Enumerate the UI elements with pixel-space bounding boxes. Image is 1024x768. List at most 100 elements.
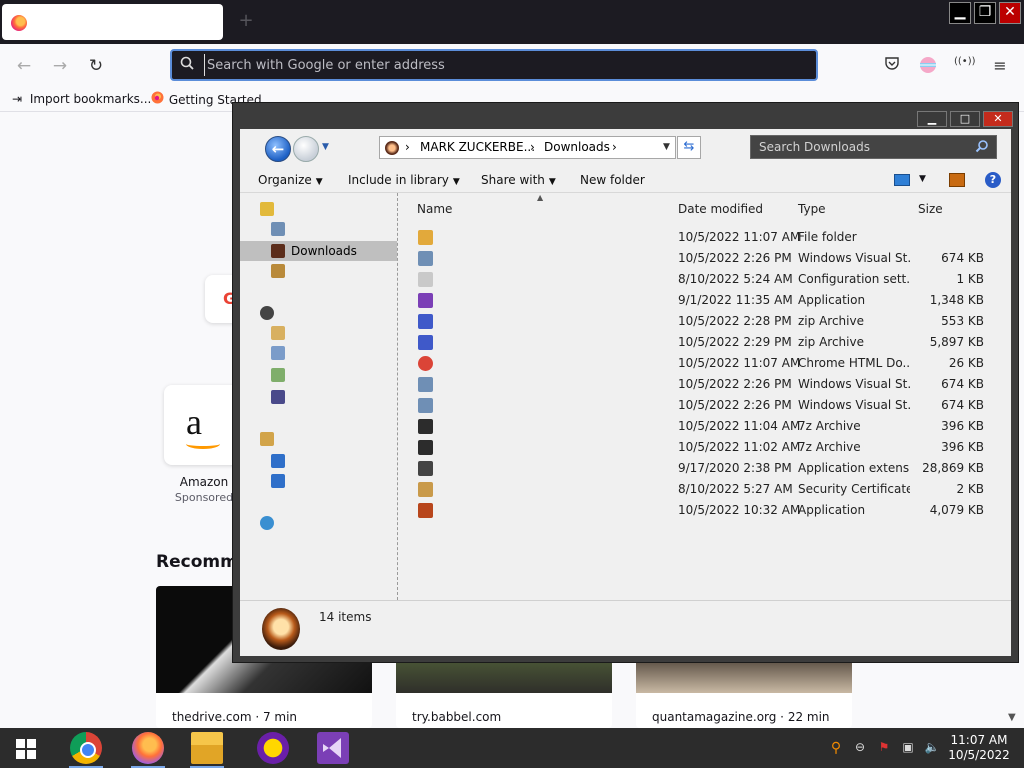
include-in-library-button[interactable]: Include in library ▼: [348, 173, 460, 187]
file-date-modified: 8/10/2022 5:24 AM: [678, 272, 793, 286]
file-row[interactable]: rehash_setup.exe 10/5/2022 10:32 AM Applic…: [400, 500, 1011, 521]
explorer-close-button[interactable]: ✕: [983, 111, 1013, 127]
breadcrumb-user[interactable]: MARK ZUCKERBE...: [420, 140, 535, 154]
nav-item-videos[interactable]: Videos: [240, 387, 397, 407]
window-close-button[interactable]: ✕: [999, 2, 1021, 24]
file-name: Odyssey_installer_release.zip: [440, 335, 617, 349]
clock[interactable]: 11:07 AM 10/5/2022: [944, 733, 1014, 763]
refresh-icon[interactable]: ⇆: [677, 136, 701, 159]
url-input[interactable]: [204, 54, 804, 76]
scroll-down-icon[interactable]: ▼: [1008, 712, 1016, 723]
volume-icon[interactable]: 🔈: [924, 740, 940, 756]
address-bar[interactable]: › MARK ZUCKERBE... › Downloads › ▼: [379, 136, 676, 159]
file-row[interactable]: Odyssey_installer_release.zip 10/5/2022 2…: [400, 332, 1011, 353]
chrome-icon[interactable]: [70, 732, 102, 764]
firefox-icon[interactable]: [132, 732, 164, 764]
file-type: zip Archive: [798, 314, 864, 328]
chevron-right-icon[interactable]: ›: [405, 140, 410, 154]
file-row[interactable]: New_Tab_files 10/5/2022 11:07 AM File fold…: [400, 227, 1011, 248]
nav-item-favorites[interactable]: Favorites: [240, 199, 397, 219]
new-tab-button[interactable]: +: [236, 10, 256, 32]
file-explorer-icon[interactable]: [191, 732, 223, 764]
window-minimize-button[interactable]: ▁: [949, 2, 971, 24]
nav-item-computer[interactable]: Computer: [240, 429, 397, 449]
file-row[interactable]: ReleaseNotes_v2.7z 10/5/2022 11:04 AM 7z A…: [400, 416, 1011, 437]
nav-item-recent-places[interactable]: Recent Places: [240, 261, 397, 281]
nav-item-cd-drive-d[interactable]: CD Drive (D:): [240, 471, 397, 491]
search-icon[interactable]: ⚲: [828, 740, 844, 756]
preview-pane-icon[interactable]: [949, 173, 965, 187]
organize-button[interactable]: Organize ▼: [258, 173, 323, 187]
windows-start-icon[interactable]: [16, 739, 36, 759]
file-row[interactable]: cert.crt 8/10/2022 5:27 AM Security Certif…: [400, 479, 1011, 500]
file-row[interactable]: vc_redist.x64_setup.exe 10/5/2022 2:26 PM…: [400, 374, 1011, 395]
nav-item-documents[interactable]: Documents: [240, 323, 397, 343]
file-name: rehash_setup.exe: [440, 503, 546, 517]
share-with-button[interactable]: Share with ▼: [481, 173, 556, 187]
chevron-right-icon[interactable]: ›: [530, 140, 535, 154]
nav-item-label: Downloads: [291, 244, 357, 258]
tray-status-icon[interactable]: ⊖: [852, 740, 868, 756]
explorer-search-box[interactable]: [750, 135, 997, 159]
7z-icon: [418, 440, 433, 455]
extensions-icon[interactable]: ((•)): [954, 56, 976, 74]
nav-item-label: Recent Places: [291, 264, 375, 278]
documents-icon: [271, 326, 285, 340]
chevron-down-icon[interactable]: ▼: [663, 142, 670, 152]
nav-item-network[interactable]: Network: [240, 513, 397, 533]
column-header-size[interactable]: Size: [918, 202, 943, 216]
explorer-search-input[interactable]: [759, 139, 969, 155]
reload-icon[interactable]: ↻: [86, 56, 106, 76]
file-name: Odyssey_v1.zip: [440, 314, 533, 328]
computer-icon: [260, 432, 274, 446]
file-size: 2 KB: [956, 482, 984, 496]
visual-studio-icon[interactable]: [317, 732, 349, 764]
file-row[interactable]: Release_Notes.7z 10/5/2022 11:02 AM 7z Arc…: [400, 437, 1011, 458]
account-icon[interactable]: [918, 56, 938, 74]
chevron-down-icon: ▼: [315, 177, 323, 187]
column-header-type[interactable]: Type: [798, 202, 826, 216]
network-icon[interactable]: ▣: [900, 740, 916, 756]
chevron-down-icon[interactable]: ▼: [919, 174, 926, 184]
action-center-flag-icon[interactable]: ⚑: [876, 740, 892, 756]
bookmark-import[interactable]: ⇥ Import bookmarks...: [12, 91, 151, 109]
forward-icon[interactable]: [293, 136, 319, 162]
help-icon[interactable]: ?: [985, 172, 1001, 188]
explorer-maximize-button[interactable]: □: [950, 111, 980, 127]
chevron-right-icon[interactable]: ›: [612, 140, 617, 154]
column-header-date-modified[interactable]: Date modified: [678, 202, 763, 216]
explorer-window: ▁ □ ✕ ← ▼ › MARK ZUCKERBE... › Downloads…: [232, 102, 1019, 663]
forward-icon[interactable]: →: [50, 56, 70, 76]
chevron-down-icon[interactable]: ▼: [322, 142, 329, 152]
nav-item-downloads[interactable]: Downloads: [240, 241, 397, 261]
back-icon[interactable]: ←: [14, 56, 34, 76]
pocket-icon[interactable]: [882, 56, 902, 74]
file-type: Application: [798, 293, 866, 307]
new-folder-button[interactable]: New folder: [580, 173, 645, 187]
nav-item-pictures[interactable]: Pictures: [240, 365, 397, 385]
file-size: 1,348 KB: [929, 293, 984, 307]
nav-item-local-disk-c[interactable]: Local Disk (C:): [240, 451, 397, 471]
nav-item-desktop[interactable]: Desktop: [240, 219, 397, 239]
nav-item-libraries[interactable]: Libraries: [240, 303, 397, 323]
breadcrumb-downloads[interactable]: Downloads: [544, 140, 610, 154]
file-row[interactable]: Odyssey_v1.zip 10/5/2022 2:28 PM zip Archi…: [400, 311, 1011, 332]
file-row[interactable]: New_Tab.html 10/5/2022 11:07 AM Chrome HTM…: [400, 353, 1011, 374]
nav-item-music[interactable]: Music: [240, 343, 397, 363]
file-date-modified: 10/5/2022 11:07 AM: [678, 230, 801, 244]
file-row[interactable]: desktop.ini 8/10/2022 5:24 AM Configuratio…: [400, 269, 1011, 290]
window-maximize-button[interactable]: ❐: [974, 2, 996, 24]
menu-icon[interactable]: ≡: [990, 56, 1010, 75]
browser-tab[interactable]: [2, 4, 223, 40]
column-header-name[interactable]: Name: [417, 202, 452, 216]
file-name: New_Tab.html: [440, 356, 524, 370]
file-row[interactable]: vs_installer.exe 9/1/2022 11:35 AM Applica…: [400, 290, 1011, 311]
change-view-icon[interactable]: [894, 174, 910, 186]
file-row[interactable]: vc_redist.x86.exe 10/5/2022 2:26 PM Window…: [400, 248, 1011, 269]
file-row[interactable]: extension.crx 9/17/2020 2:38 PM Applicatio…: [400, 458, 1011, 479]
url-bar[interactable]: [170, 49, 818, 81]
file-row[interactable]: vc_redist.x64_original_release.exe 10/5/2…: [400, 395, 1011, 416]
back-icon[interactable]: ←: [265, 136, 291, 162]
explorer-minimize-button[interactable]: ▁: [917, 111, 947, 127]
yahoo-messenger-icon[interactable]: [257, 732, 289, 764]
